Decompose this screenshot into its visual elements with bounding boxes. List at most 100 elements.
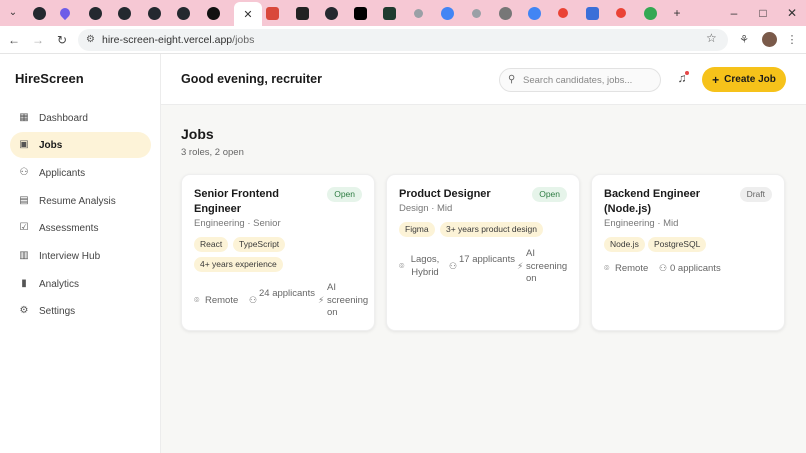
menu-dots-icon[interactable]: ⋮ xyxy=(784,32,800,48)
github-icon xyxy=(147,6,161,20)
tab-google[interactable] xyxy=(608,4,634,22)
tab-search-chevron-icon[interactable]: ⌄ xyxy=(6,6,20,20)
sidebar-item-resume-analysis[interactable]: ▤ Resume Analysis xyxy=(10,188,151,214)
github-icon xyxy=(117,6,131,20)
job-card[interactable]: Product Designer Open Design · Mid Figma… xyxy=(386,174,580,331)
job-meta: Engineering · Mid xyxy=(604,218,679,229)
job-card[interactable]: Senior Frontend Engineer Open Engineerin… xyxy=(181,174,375,331)
search-placeholder: Search candidates, jobs... xyxy=(523,75,633,86)
tab-app[interactable] xyxy=(376,4,402,22)
users-icon: ⚇ xyxy=(659,263,668,273)
sidebar-item-analytics[interactable]: ▮ Analytics xyxy=(10,271,151,297)
avatar[interactable] xyxy=(762,32,777,47)
skill-tag: Figma xyxy=(399,222,435,237)
google-icon xyxy=(558,8,568,18)
clipboard-icon: ☑ xyxy=(19,222,29,233)
tab-google[interactable] xyxy=(521,4,547,22)
job-meta: Design · Mid xyxy=(399,203,453,214)
sidebar-item-jobs[interactable]: ▣ Jobs xyxy=(10,132,151,158)
brand-logo[interactable]: HireScreen xyxy=(15,71,84,86)
tab-x[interactable] xyxy=(347,4,373,22)
forward-arrow-icon[interactable]: → xyxy=(30,32,46,48)
new-tab-button[interactable]: + xyxy=(668,4,686,22)
tab-github[interactable] xyxy=(170,4,196,22)
tab-site[interactable] xyxy=(405,4,431,22)
top-header: Good evening, recruiter ⚲ Search candida… xyxy=(161,54,806,105)
tab-site[interactable] xyxy=(637,4,663,22)
tab-chrome[interactable] xyxy=(492,4,518,22)
sidebar-item-label: Settings xyxy=(39,305,76,317)
tab-active-hirescreen[interactable]: ✕ xyxy=(234,2,262,26)
job-title[interactable]: Backend Engineer (Node.js) xyxy=(604,187,734,217)
address-bar[interactable]: ⚙ hire-screen-eight.vercel.app/jobs xyxy=(78,29,728,51)
document-icon: ▤ xyxy=(19,195,29,206)
tab-github[interactable] xyxy=(111,4,137,22)
tab-github[interactable] xyxy=(141,4,167,22)
url-text: hire-screen-eight.vercel.app/jobs xyxy=(102,33,254,47)
site-icon xyxy=(440,6,454,20)
sidebar-item-dashboard[interactable]: ▦ Dashboard xyxy=(10,105,151,131)
close-window-button[interactable]: ✕ xyxy=(783,4,801,22)
minimize-button[interactable]: – xyxy=(725,4,743,22)
site-icon xyxy=(471,8,481,18)
gmail-icon xyxy=(265,6,279,20)
applicant-count: 24 applicants xyxy=(259,288,315,299)
bookmark-star-icon[interactable]: ☆ xyxy=(706,31,717,45)
users-icon: ⚇ xyxy=(249,295,258,305)
close-icon[interactable]: ✕ xyxy=(243,8,252,21)
greeting-text: Good evening, recruiter xyxy=(181,72,323,86)
skill-tag: TypeScript xyxy=(233,237,286,252)
google-icon xyxy=(527,6,541,20)
reload-icon[interactable]: ↻ xyxy=(54,32,70,48)
tab-github[interactable] xyxy=(82,4,108,22)
job-title[interactable]: Product Designer xyxy=(399,187,529,202)
plus-icon: + xyxy=(712,72,720,87)
job-location: Lagos, Hybrid xyxy=(410,254,440,278)
tab-app[interactable] xyxy=(579,4,605,22)
tab-github[interactable] xyxy=(318,4,344,22)
tab-site[interactable] xyxy=(434,4,460,22)
tab-gmail[interactable] xyxy=(259,4,285,22)
x-icon xyxy=(353,6,367,20)
site-info-icon[interactable]: ⚙ xyxy=(86,34,98,46)
sidebar-item-label: Dashboard xyxy=(39,112,88,124)
skill-tag: React xyxy=(194,237,229,252)
status-badge: Open xyxy=(532,187,567,202)
create-job-button[interactable]: + Create Job xyxy=(702,67,786,92)
app-shell: HireScreen ▦ Dashboard ▣ Jobs ⚇ Applican… xyxy=(0,54,806,453)
github-icon xyxy=(176,6,190,20)
chrome-icon xyxy=(498,6,512,20)
back-arrow-icon[interactable]: ← xyxy=(6,32,22,48)
github-icon xyxy=(324,6,338,20)
sidebar-item-settings[interactable]: ⚙ Settings xyxy=(10,298,151,324)
job-card[interactable]: Backend Engineer (Node.js) Draft Enginee… xyxy=(591,174,785,331)
site-icon xyxy=(643,6,657,20)
applicant-count: 0 applicants xyxy=(670,263,721,274)
github-icon xyxy=(88,6,102,20)
tab-google[interactable] xyxy=(550,4,576,22)
briefcase-icon: ▣ xyxy=(19,139,29,150)
sidebar-item-label: Analytics xyxy=(39,278,80,290)
sidebar-item-applicants[interactable]: ⚇ Applicants xyxy=(10,160,151,186)
tab-drop[interactable] xyxy=(52,4,78,22)
job-location: Remote xyxy=(205,295,239,306)
sidebar-item-interview-hub[interactable]: ▥ Interview Hub xyxy=(10,243,151,269)
status-badge: Open xyxy=(327,187,362,202)
main-content: Good evening, recruiter ⚲ Search candida… xyxy=(161,54,806,453)
app-icon xyxy=(295,6,309,20)
app-icon xyxy=(382,6,396,20)
google-icon xyxy=(616,8,626,18)
tab-app[interactable] xyxy=(289,4,315,22)
location-pin-icon: ⌾ xyxy=(194,295,200,305)
search-input[interactable]: ⚲ Search candidates, jobs... xyxy=(499,68,661,92)
maximize-button[interactable]: □ xyxy=(754,4,772,22)
tab-site[interactable] xyxy=(463,4,489,22)
location-pin-icon: ⌾ xyxy=(399,261,405,271)
job-title[interactable]: Senior Frontend Engineer xyxy=(194,187,324,217)
page-subtitle: 3 roles, 2 open xyxy=(181,147,244,158)
tab-app[interactable] xyxy=(200,4,226,22)
sidebar-item-assessments[interactable]: ☑ Assessments xyxy=(10,215,151,241)
github-icon xyxy=(32,6,46,20)
extensions-icon[interactable]: ⚘ xyxy=(736,32,752,48)
tab-github[interactable] xyxy=(26,4,52,22)
